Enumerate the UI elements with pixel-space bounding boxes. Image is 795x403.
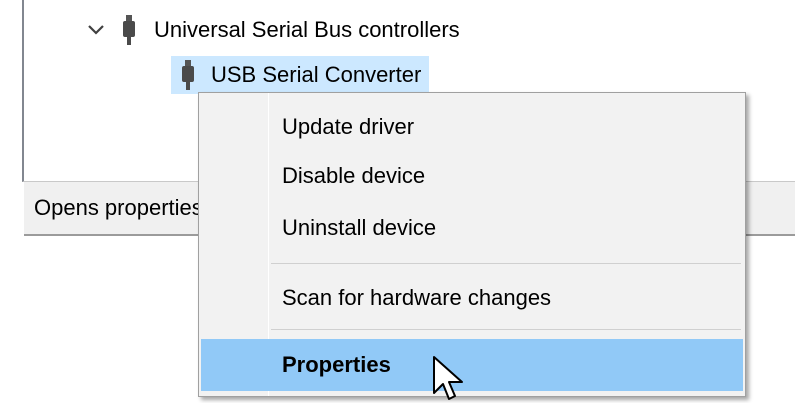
context-menu: Update driver Disable device Uninstall d… — [198, 92, 746, 397]
chevron-down-icon[interactable] — [86, 20, 106, 40]
tree-item-label: Universal Serial Bus controllers — [154, 17, 460, 42]
menu-item-scan-hardware[interactable]: Scan for hardware changes — [201, 276, 743, 320]
menu-item-uninstall-device[interactable]: Uninstall device — [201, 206, 743, 250]
tree-item-usb-controllers[interactable]: Universal Serial Bus controllers — [86, 14, 460, 46]
menu-item-properties[interactable]: Properties — [201, 339, 743, 391]
mouse-pointer-icon — [433, 356, 463, 400]
usb-plug-icon — [123, 15, 135, 45]
menu-separator — [271, 263, 741, 264]
tree-item-usb-serial-converter[interactable]: USB Serial Converter — [171, 56, 430, 94]
device-manager-screen: Universal Serial Bus controllers USB Ser… — [0, 0, 795, 403]
tree-item-label: USB Serial Converter — [211, 62, 422, 87]
usb-plug-icon — [182, 60, 194, 90]
menu-item-disable-device[interactable]: Disable device — [201, 154, 743, 198]
menu-separator — [271, 329, 741, 330]
status-text: Opens properties dialog for the current … — [34, 195, 200, 220]
menu-item-update-driver[interactable]: Update driver — [201, 105, 743, 149]
